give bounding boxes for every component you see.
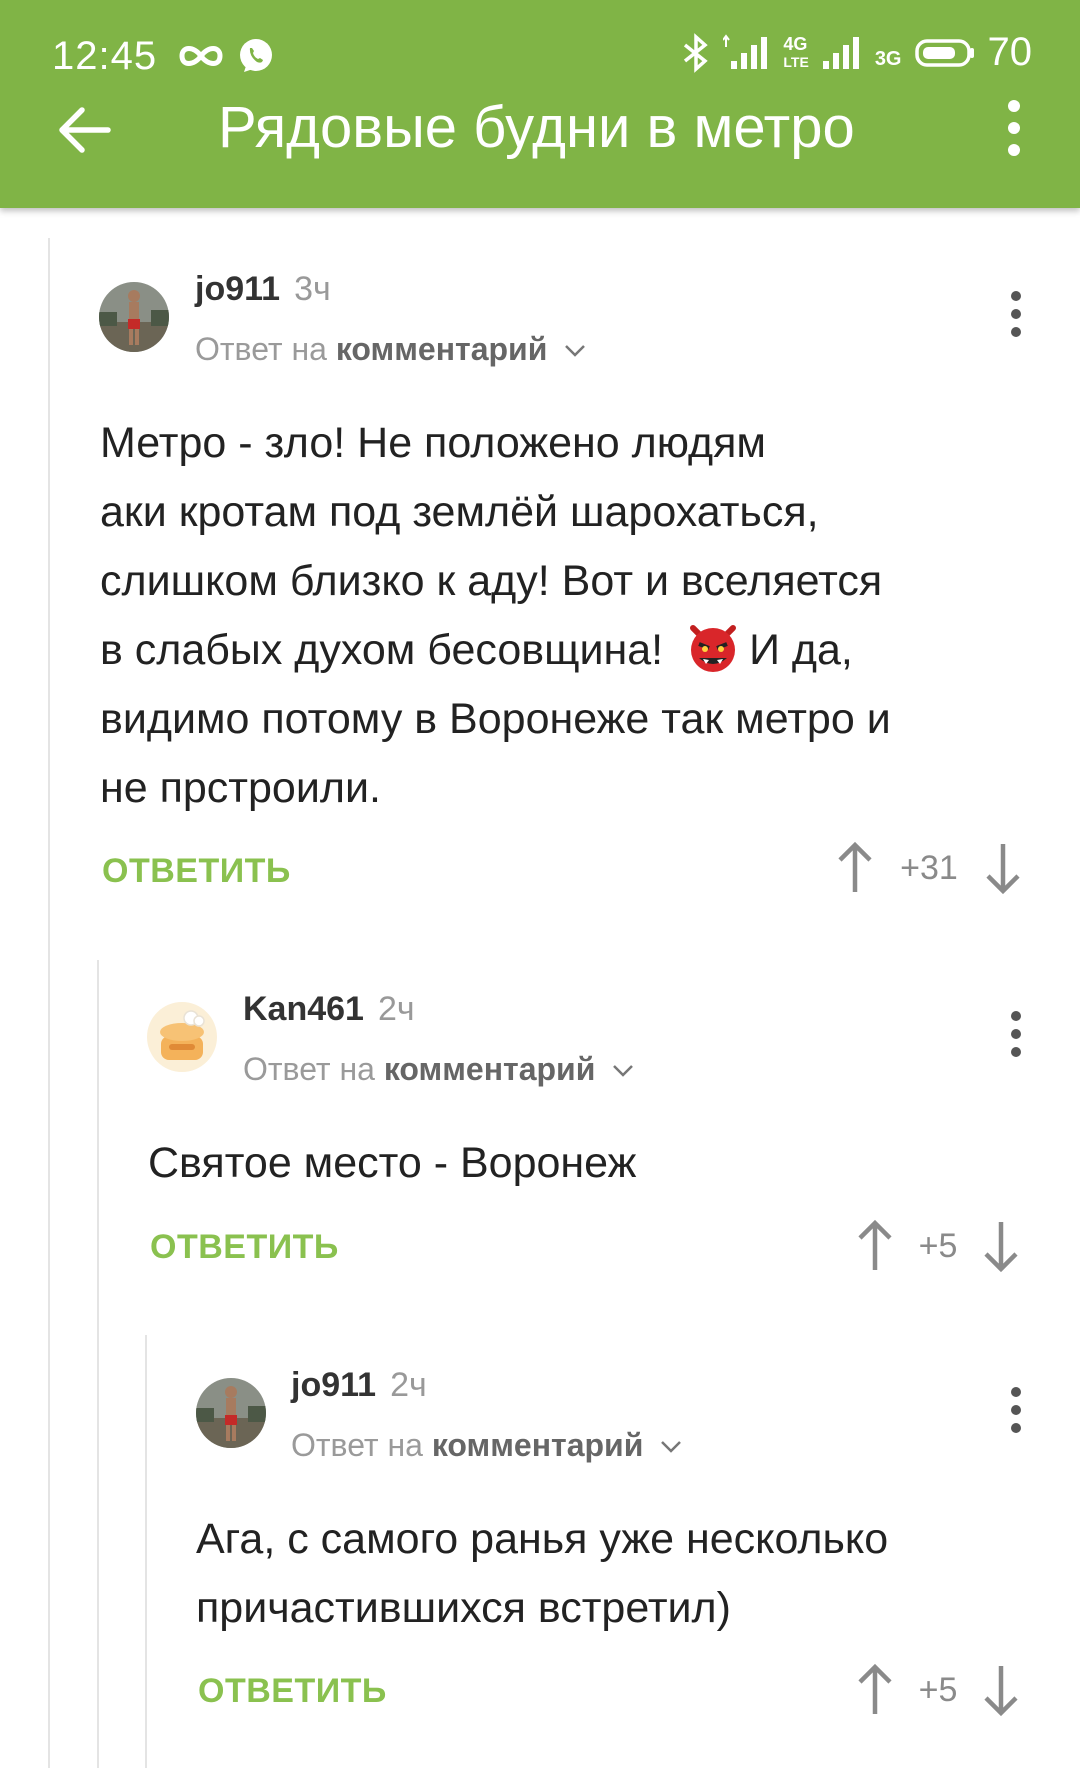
reply-to-link[interactable]: Ответ на комментарий	[195, 331, 588, 368]
devil-emoji-icon	[690, 625, 737, 672]
network-3g: 3G	[874, 48, 902, 70]
comment-menu-icon[interactable]	[1008, 1010, 1024, 1058]
reply-button[interactable]: ОТВЕТИТЬ	[150, 1228, 339, 1267]
comment-author[interactable]: jo911 3ч	[195, 270, 331, 309]
infinity-icon	[179, 46, 223, 66]
vote-controls: +5	[854, 1662, 1022, 1718]
bluetooth-icon	[684, 32, 709, 73]
comment-text: Святое место - Воронеж	[148, 1139, 637, 1187]
network-4g-lte: 4G LTE	[783, 33, 809, 70]
signal-icon	[822, 36, 859, 69]
battery-level: 70	[987, 30, 1033, 74]
comment-menu-icon[interactable]	[1008, 1386, 1024, 1434]
back-arrow-icon[interactable]	[56, 102, 112, 158]
comment-time: 2ч	[390, 1366, 427, 1404]
page-title: Рядовые будни в метро	[218, 95, 855, 160]
upvote-arrow-icon[interactable]	[854, 1662, 896, 1718]
battery-icon	[914, 38, 974, 67]
status-bar: 12:45 4G LTE 3G 70	[52, 30, 1032, 82]
downvote-arrow-icon[interactable]	[982, 840, 1024, 896]
whatsapp-icon	[240, 39, 272, 72]
toolbar: Рядовые будни в метро	[0, 90, 1080, 170]
comment-text: Ага, с самого ранья уже несколько причас…	[196, 1515, 889, 1632]
chevron-down-icon[interactable]	[658, 1436, 684, 1456]
reply-to-link[interactable]: Ответ на комментарий	[243, 1051, 636, 1088]
reply-to-link[interactable]: Ответ на комментарий	[291, 1427, 684, 1464]
more-vert-icon[interactable]	[1004, 96, 1024, 160]
comment-author[interactable]: Kan461 2ч	[243, 990, 415, 1029]
user-photo-icon	[99, 282, 169, 352]
comment-score: +5	[918, 1226, 958, 1265]
comment-time: 3ч	[294, 270, 331, 308]
comment-time: 2ч	[377, 990, 415, 1028]
upvote-arrow-icon[interactable]	[854, 1218, 896, 1274]
comment-score: +5	[918, 1670, 958, 1709]
vote-controls: +31	[834, 840, 1024, 896]
chevron-down-icon[interactable]	[562, 340, 588, 360]
comment-author[interactable]: jo911 2ч	[291, 1366, 427, 1405]
avatar[interactable]	[147, 1002, 217, 1072]
reply-button[interactable]: ОТВЕТИТЬ	[198, 1672, 387, 1711]
comment-text: Метро - зло! Не положено людям аки крота…	[100, 419, 891, 812]
app-bar: 12:45 4G LTE 3G 70 Рядовые будни в метро	[0, 0, 1080, 208]
status-time: 12:45	[52, 34, 158, 78]
thread-line	[48, 238, 50, 1768]
upvote-arrow-icon[interactable]	[834, 840, 876, 896]
signal-icon	[723, 33, 768, 69]
reply-button[interactable]: ОТВЕТИТЬ	[102, 852, 291, 891]
downvote-arrow-icon[interactable]	[980, 1218, 1022, 1274]
downvote-arrow-icon[interactable]	[980, 1662, 1022, 1718]
comment-score: +31	[900, 848, 958, 887]
thread-line	[97, 960, 99, 1768]
avatar[interactable]	[99, 282, 169, 352]
thread-line	[145, 1335, 147, 1768]
avatar[interactable]	[196, 1378, 266, 1448]
user-photo-icon	[196, 1378, 266, 1448]
chevron-down-icon[interactable]	[610, 1060, 636, 1080]
comment-menu-icon[interactable]	[1008, 290, 1024, 338]
user-avatar-icon	[147, 1002, 217, 1072]
vote-controls: +5	[854, 1218, 1022, 1274]
